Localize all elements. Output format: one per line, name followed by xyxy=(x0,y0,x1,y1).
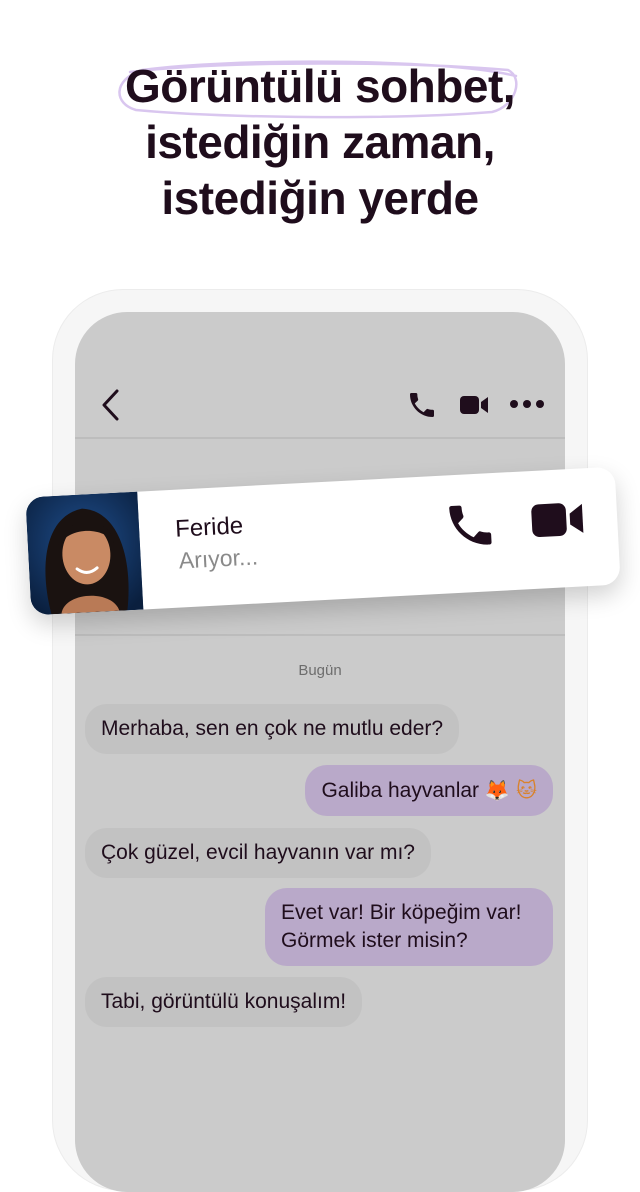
more-dots-icon[interactable] xyxy=(509,397,545,411)
message-text: Merhaba, sen en çok ne mutlu eder? xyxy=(101,717,444,740)
animal-emoji: 🦊 🐱 xyxy=(484,778,537,802)
message-text-line-1: Evet var! Bir köpeğim var! xyxy=(281,901,522,924)
message-text: Galiba hayvanlar xyxy=(321,779,480,802)
message-text: Çok güzel, evcil hayvanın var mı? xyxy=(101,841,415,864)
video-camera-icon[interactable] xyxy=(528,498,586,541)
message-outgoing: Galiba hayvanlar 🦊 🐱 xyxy=(305,765,553,816)
message-incoming: Merhaba, sen en çok ne mutlu eder? xyxy=(85,704,460,754)
avatar-portrait xyxy=(25,491,144,616)
message-text: Tabi, görüntülü konuşalım! xyxy=(101,990,347,1013)
headline-line-3: istediğin yerde xyxy=(161,172,479,224)
phone-screen: Bugün Merhaba, sen en çok ne mutlu eder?… xyxy=(75,312,565,1192)
date-label: Bugün xyxy=(298,662,342,679)
message-outgoing: Evet var! Bir köpeğim var! Görmek ister … xyxy=(265,888,553,966)
content-divider xyxy=(75,634,565,636)
phone-icon[interactable] xyxy=(405,389,439,421)
headline-line-1: Görüntülü sohbet, xyxy=(124,60,516,112)
headline-line-2: istediğin zaman, xyxy=(145,116,495,168)
avatar xyxy=(25,491,144,616)
back-chevron-icon[interactable] xyxy=(99,388,123,422)
call-status: Arıyor... xyxy=(178,543,259,574)
headline: Görüntülü sohbet, istediğin zaman, isted… xyxy=(0,58,640,226)
caller-name: Feride xyxy=(174,512,244,543)
phone-icon[interactable] xyxy=(442,497,499,554)
message-incoming: Tabi, görüntülü konuşalım! xyxy=(85,977,363,1027)
message-incoming: Çok güzel, evcil hayvanın var mı? xyxy=(85,828,431,878)
video-camera-icon[interactable] xyxy=(459,394,489,416)
message-text-line-2: Görmek ister misin? xyxy=(281,929,468,952)
header-divider xyxy=(75,437,565,439)
